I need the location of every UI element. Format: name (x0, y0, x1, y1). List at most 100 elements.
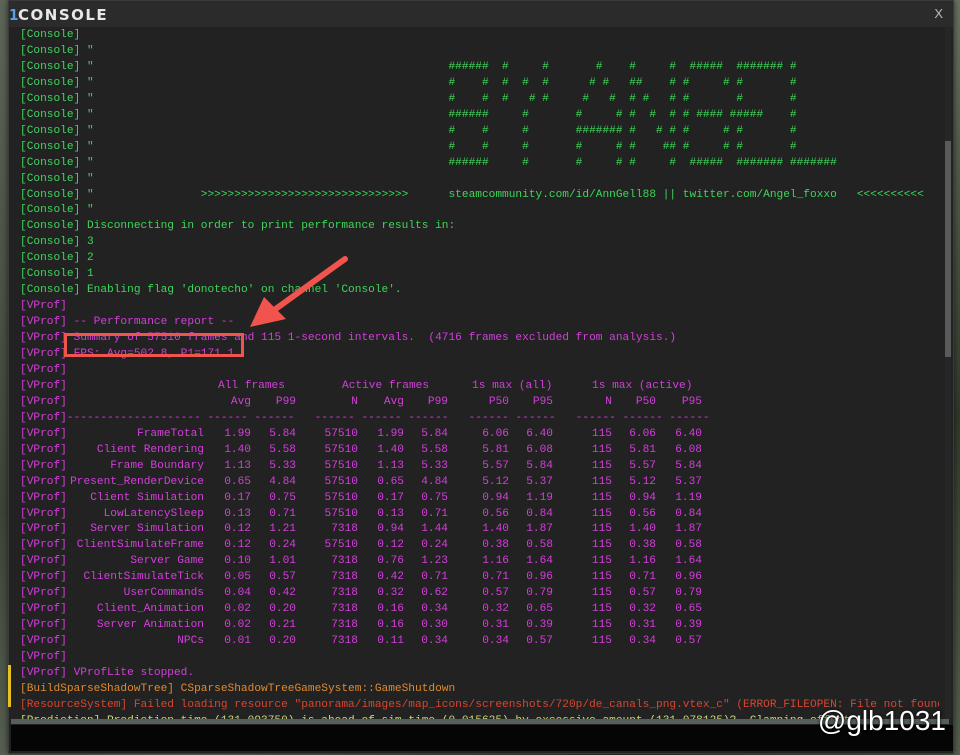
log-line: [Console] " (20, 43, 94, 59)
log-channel-tag: [Console] (20, 252, 81, 265)
log-text: " # # # ####### # # # # # # # (80, 124, 797, 137)
log-channel-tag: [VProf] (20, 667, 67, 679)
table-row: [VProf] LowLatencySleep 0.13 0.71 57510 0.13 0… (20, 506, 939, 522)
table-row: [VProf] Server Simulation 0.12 1.21 7318 0.94… (20, 521, 939, 537)
log-line: [Console] " ###### # # # # # ##### #####… (20, 59, 797, 75)
column-group-header: 1s max (active) (592, 379, 693, 392)
log-accent-marker (8, 665, 11, 707)
log-line: [Console] 3 (20, 234, 94, 250)
log-line: [ResourceSystem] Failed loading resource… (20, 697, 939, 713)
log-text: 1 (80, 268, 94, 281)
log-line: [Console] " # # # # # # # # # # # # # (20, 91, 797, 107)
table-row: [VProf] Server Game 0.10 1.01 7318 0.76 1.23 1.… (20, 553, 939, 569)
log-line: [Console] " >>>>>>>>>>>>>>>>>>>>>>>>>>>>… (20, 187, 924, 203)
log-channel-tag: [VProf] (20, 363, 67, 376)
log-channel-tag: [Console] (20, 268, 81, 281)
log-line: [Console] " (20, 202, 94, 218)
log-channel-tag: [VProf] (20, 651, 67, 664)
log-channel-tag: [Console] (20, 60, 81, 73)
table-row: [VProf] Client Simulation 0.17 0.75 57510 0.1… (20, 490, 939, 506)
table-cell: 0.79 (675, 587, 702, 600)
table-cell: 1.64 (675, 555, 702, 568)
log-line: [Console] " # # # # # # # ## # # # # # (20, 75, 797, 91)
table-cell: 5.84 (675, 459, 702, 472)
table-cell: 1.87 (675, 523, 702, 536)
console-window: 1 CONSOLE X [Console] [Console] " [Console… (8, 0, 954, 754)
log-line: [VProf] Avg P99 N Avg P99 P50 P95 N P50 P95 (20, 394, 939, 410)
horizontal-scrollbar[interactable] (11, 719, 949, 724)
log-channel-tag: [VProf] (20, 300, 67, 313)
log-channel-tag: [ResourceSystem] (20, 698, 128, 711)
table-row: [VProf] FrameTotal 1.99 5.84 57510 1.99 5.84 6.… (20, 426, 939, 442)
log-line: [Console] " ###### # # # # # # # #### ##… (20, 107, 797, 123)
log-text: " # # # # # # ## # # # # (80, 140, 797, 153)
log-channel-tag: [VProf] (20, 379, 67, 392)
log-line: [Console] 1 (20, 266, 94, 282)
console-input[interactable] (11, 725, 953, 751)
log-text: " # # # # # # # ## # # # # # (80, 76, 797, 89)
log-text: VProfLite stopped. (66, 667, 195, 679)
log-text: " ###### # # # # # ##### ####### ####### (80, 156, 837, 169)
log-channel-tag: [VProf] (20, 348, 67, 360)
table-row: [VProf] Present_RenderDevice 0.65 4.84 57510… (20, 474, 939, 490)
log-line: [Console] " ###### # # # # # ##### #####… (20, 155, 837, 171)
table-cell: 0.96 (675, 571, 702, 584)
log-text: " ###### # # # # # # # #### ##### # (80, 108, 797, 121)
log-channel-tag: [VProf] (20, 332, 67, 345)
log-text: 2 (80, 252, 94, 265)
table-row: [VProf] Client Rendering 1.40 5.58 57510 1.40… (20, 442, 939, 458)
log-text: 3 (80, 236, 94, 249)
log-line: [VProf] All frames Active frames 1s max (al… (20, 378, 939, 394)
table-cell: 6.40 (675, 427, 702, 440)
title-bar[interactable]: 1 CONSOLE X (9, 1, 953, 27)
table-cell: 0.58 (675, 539, 702, 552)
table-row: [VProf] Frame Boundary 1.13 5.33 57510 1.13 5.… (20, 458, 939, 474)
log-text: " (80, 172, 94, 185)
log-channel-tag: [Console] (20, 172, 81, 185)
column-group-header: 1s max (all) (472, 379, 553, 392)
table-cell: 0.65 (675, 603, 702, 616)
log-line: [VProf] (20, 298, 67, 314)
log-channel-tag: [VProf] (20, 411, 67, 424)
log-channel-tag: [Console] (20, 124, 81, 137)
log-line: [VProf] -- Performance report -- (20, 314, 234, 330)
column-group-header: All frames (218, 379, 285, 392)
log-text: Disconnecting in order to print performa… (80, 220, 456, 233)
log-channel-tag: [Console] (20, 204, 81, 217)
log-line: [VProf] VProfLite stopped. (20, 665, 194, 681)
table-cell: 0.57 (675, 635, 702, 648)
log-channel-tag: [VProf] (20, 316, 67, 329)
table-row: [VProf] Client_Animation 0.02 0.20 7318 0.16 0… (20, 601, 939, 617)
log-text: -------------------- ------ ------ -----… (66, 411, 710, 424)
table-cell: 5.37 (675, 475, 702, 488)
log-text: " # # # # # # # # # # # # # (80, 92, 797, 105)
log-text: -- Performance report -- (66, 316, 235, 329)
table-row: [VProf] ClientSimulateFrame 0.12 0.24 57510 0… (20, 537, 939, 553)
table-cell: 6.08 (675, 443, 702, 456)
log-text: " >>>>>>>>>>>>>>>>>>>>>>>>>>>>>>> steamc… (80, 188, 924, 201)
watermark: @glb1031 (817, 705, 946, 736)
log-line: [Console] " # # # ####### # # # # # # # (20, 123, 797, 139)
log-line: [VProf]-------------------- ------ -----… (20, 410, 710, 426)
log-text: " ###### # # # # # ##### ####### # (80, 60, 797, 73)
log-text: CSparseShadowTreeGameSystem::GameShutdow… (173, 682, 456, 695)
table-row: [VProf] Server Animation 0.02 0.21 7318 0.16 0… (20, 617, 939, 633)
log-line: [Console] " (20, 171, 94, 187)
table-cell: 1.19 (675, 491, 702, 504)
log-text: " (80, 204, 94, 217)
scrollbar[interactable] (945, 27, 951, 719)
column-header: P95 (681, 395, 702, 408)
log-line: [Console] (20, 27, 80, 43)
log-text: " (80, 44, 94, 57)
highlight-box-annotation (64, 333, 244, 357)
log-line: [Console] 2 (20, 250, 94, 266)
log-channel-tag: [Console] (20, 188, 81, 201)
log-channel-tag: [Console] (20, 236, 81, 249)
close-button[interactable]: X (934, 6, 943, 21)
arrow-annotation (250, 256, 348, 327)
scrollbar-thumb[interactable] (945, 141, 951, 357)
log-line: [VProf] (20, 649, 67, 665)
title-number: 1 (9, 6, 19, 24)
log-channel-tag: [Console] (20, 156, 81, 169)
log-channel-tag: [Console] (20, 76, 81, 89)
